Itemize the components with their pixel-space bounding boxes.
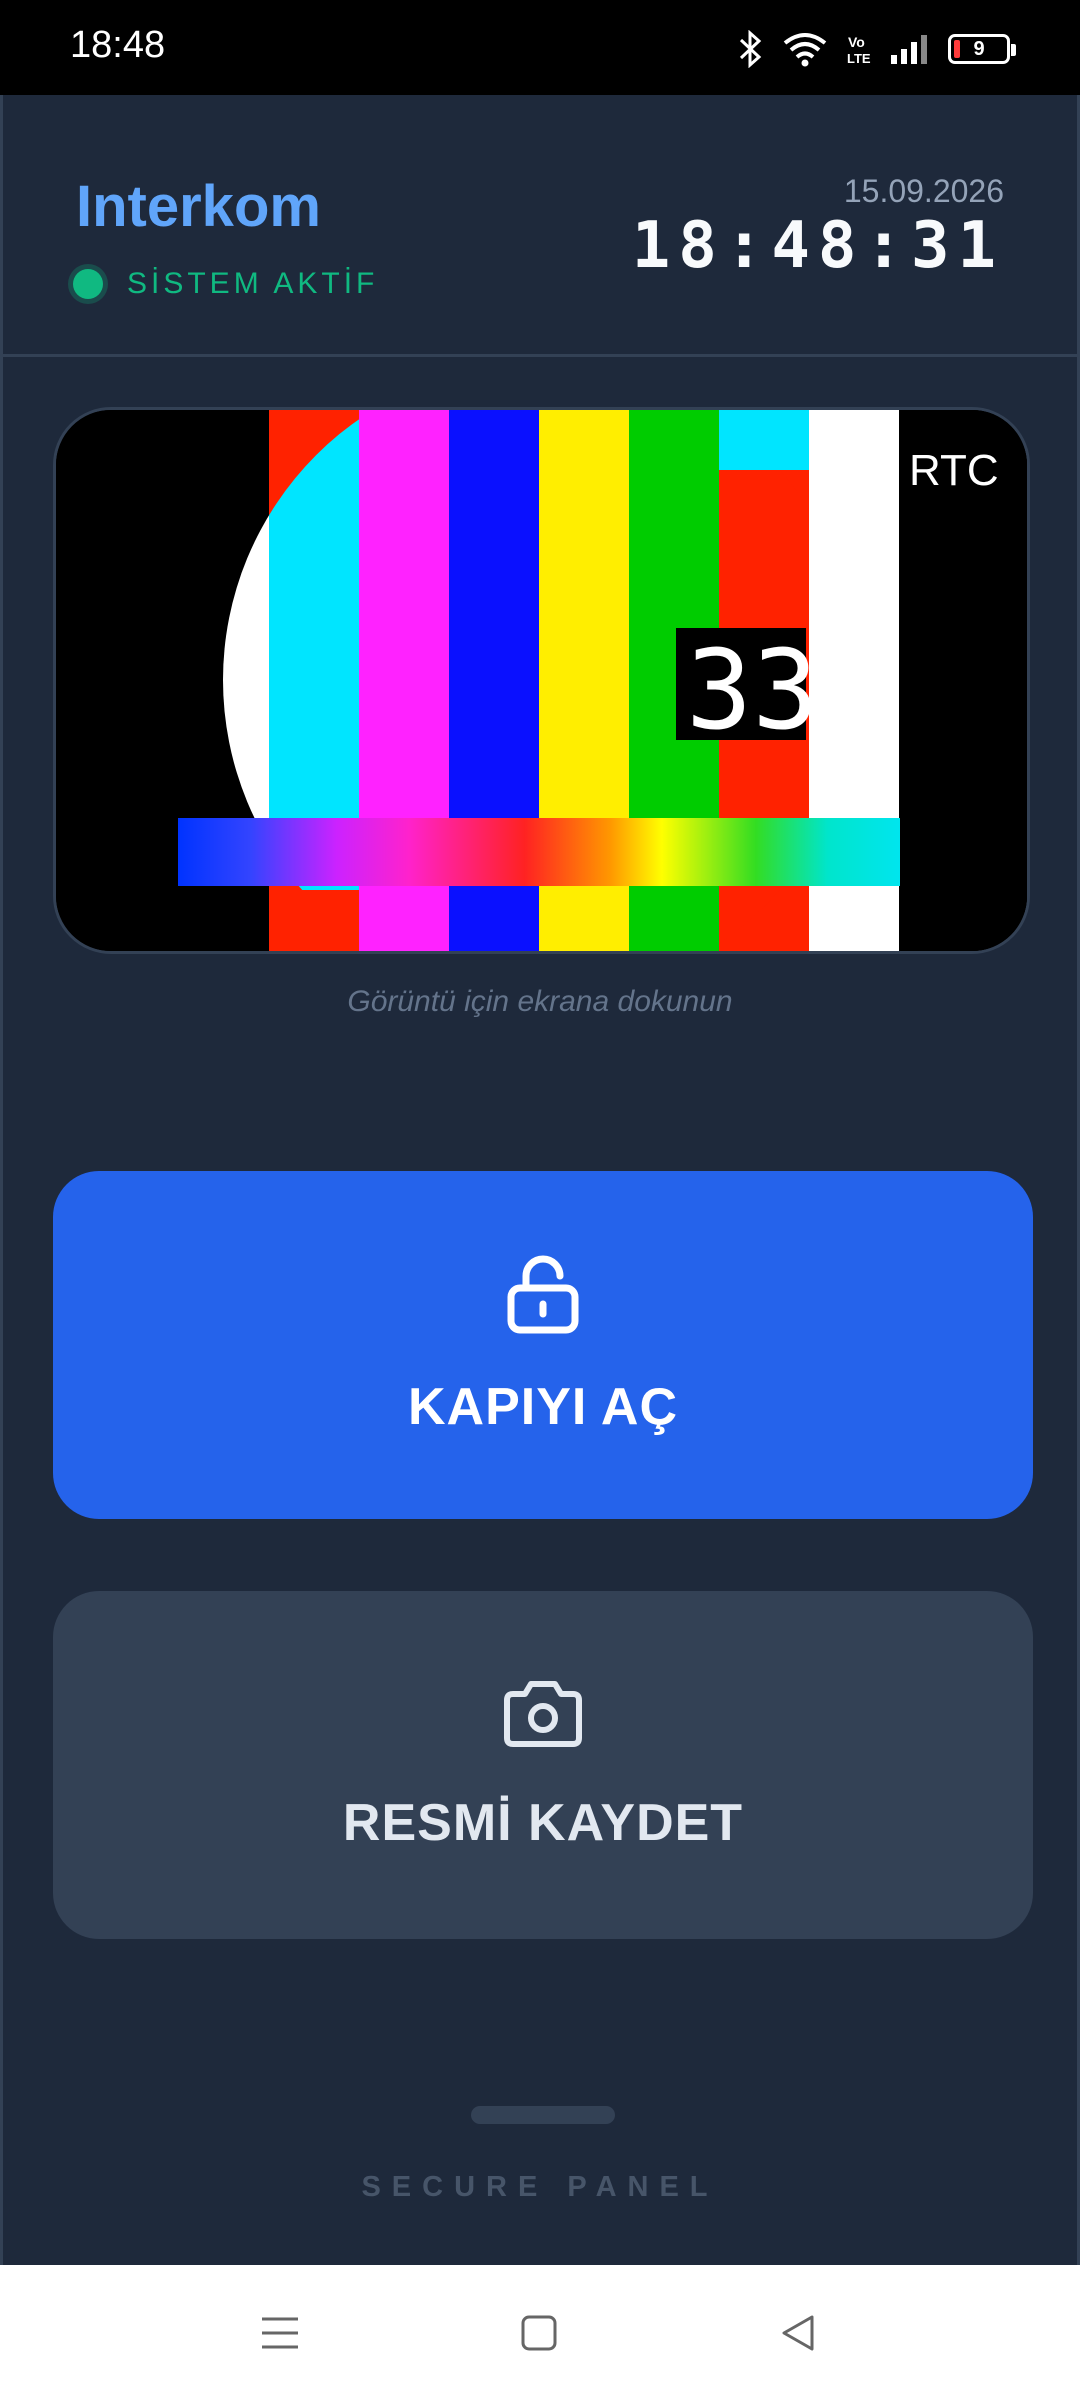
unlock-icon: [506, 1254, 580, 1339]
menu-icon[interactable]: [254, 2307, 306, 2359]
battery-level: 9: [973, 38, 985, 60]
back-icon[interactable]: [772, 2307, 824, 2359]
video-hint: Görüntü için ekrana dokunun: [347, 985, 733, 1018]
status-bar: 18:48 Vo LTE 9: [0, 0, 1080, 95]
navigation-bar: [0, 2265, 1080, 2400]
footer-label: SECURE PANEL: [361, 2171, 719, 2203]
overlay-counter: 33: [686, 626, 818, 754]
svg-text:LTE: LTE: [847, 51, 871, 66]
save-image-button[interactable]: RESMİ KAYDET: [53, 1591, 1033, 1939]
overlay-label: RTC: [909, 446, 999, 495]
clock-display: 18:48:31: [631, 209, 1004, 283]
drag-handle: [471, 2106, 615, 2124]
status-icons: Vo LTE 9: [738, 26, 1016, 72]
home-icon[interactable]: [513, 2307, 565, 2359]
svg-text:Vo: Vo: [848, 34, 865, 50]
system-status: SİSTEM AKTİF: [73, 267, 378, 301]
status-dot-icon: [73, 269, 103, 299]
camera-icon: [501, 1678, 585, 1755]
open-door-label: KAPIYI AÇ: [408, 1377, 678, 1436]
signal-icon: [890, 33, 930, 65]
save-image-label: RESMİ KAYDET: [342, 1793, 744, 1852]
volte-icon: Vo LTE: [846, 32, 872, 66]
header: Interkom SİSTEM AKTİF 15.09.2026 18:48:3…: [3, 95, 1077, 357]
open-door-button[interactable]: KAPIYI AÇ: [53, 1171, 1033, 1519]
app-container: Interkom SİSTEM AKTİF 15.09.2026 18:48:3…: [0, 95, 1080, 2265]
battery-icon: 9: [948, 34, 1016, 64]
date-display: 15.09.2026: [843, 173, 1004, 209]
video-feed[interactable]: 33 RTC: [53, 407, 1030, 954]
app-title: Interkom: [76, 174, 321, 239]
status-time: 18:48: [70, 24, 166, 66]
bluetooth-icon: [738, 30, 764, 68]
status-text: SİSTEM AKTİF: [127, 267, 379, 300]
wifi-icon: [782, 31, 828, 67]
test-pattern-image: 33 RTC: [56, 410, 1027, 951]
